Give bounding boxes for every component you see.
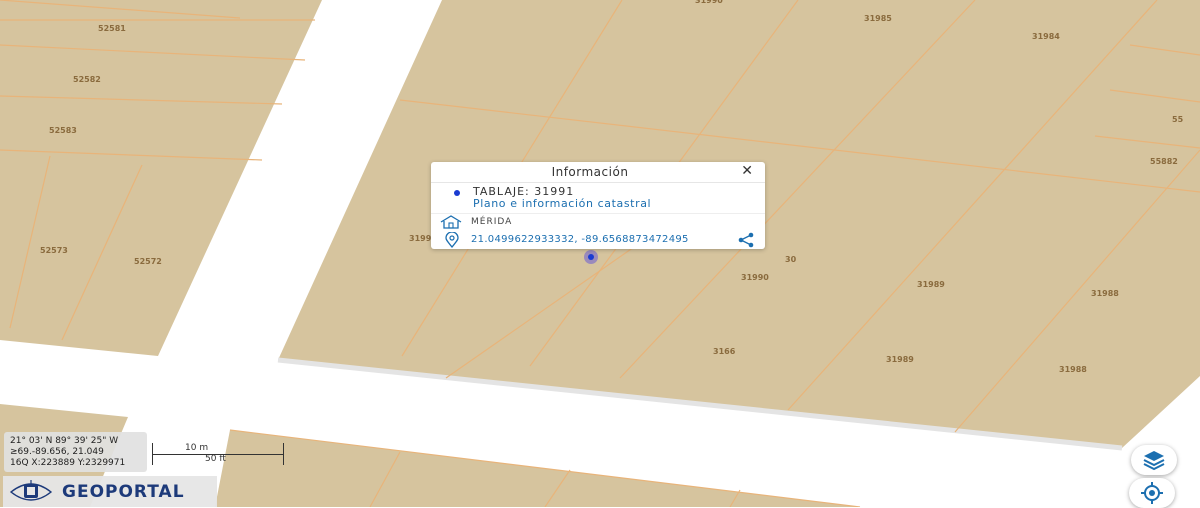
- municipality-label: MÉRIDA: [471, 217, 513, 227]
- coordinates-link[interactable]: 21.0499622933332, -89.6568873472495: [471, 234, 689, 245]
- parcel-label: 31989: [886, 355, 914, 364]
- bullet-icon: [454, 190, 460, 196]
- parcel-label: 55882: [1150, 157, 1178, 166]
- parcel-label: 3199: [409, 234, 432, 243]
- popup-title: Información: [551, 165, 629, 179]
- close-icon[interactable]: ✕: [741, 164, 753, 178]
- logo-text: GEOPORTAL: [62, 482, 185, 502]
- share-icon[interactable]: [737, 232, 755, 248]
- coordinate-readout: 21° 03' N 89° 39' 25" W ≥69.-89.656, 21.…: [4, 432, 147, 472]
- parcel-label: 31985: [864, 14, 892, 23]
- parcel-label: 52581: [98, 24, 126, 33]
- layers-button[interactable]: [1131, 445, 1177, 475]
- house-icon: [440, 215, 462, 229]
- geoportal-logo[interactable]: GEOPORTAL: [3, 476, 217, 507]
- popup-header: Información ✕: [431, 162, 765, 183]
- coord-dms: 21° 03' N 89° 39' 25" W: [10, 436, 119, 446]
- coord-decimal-prefix: ≥69.: [10, 447, 32, 457]
- location-pin-icon: [445, 232, 459, 248]
- plan-link[interactable]: Plano e información catastral: [473, 197, 651, 210]
- coord-decimal: ≥69.-89.656, 21.049: [10, 447, 104, 457]
- parcel-label: 31984: [1032, 32, 1060, 41]
- scale-imperial: 50 ft: [152, 454, 284, 465]
- location-marker-icon[interactable]: [583, 249, 599, 265]
- parcel-label: 31990: [695, 0, 723, 5]
- coat-of-arms-icon: [9, 480, 53, 501]
- locate-icon: [1141, 482, 1163, 504]
- parcel-label: 55: [1172, 115, 1184, 124]
- parcel-label: 31989: [917, 280, 945, 289]
- info-popup: Información ✕ TABLAJE: 31991 Plano e inf…: [431, 162, 765, 249]
- parcel-label: 31988: [1059, 365, 1087, 374]
- parcel-label: 3166: [713, 347, 736, 356]
- parcel-label: 52573: [40, 246, 68, 255]
- parcel-label: 52583: [49, 126, 77, 135]
- parcel-label: 31990: [741, 273, 769, 282]
- scale-bar: 10 m 50 ft: [152, 443, 284, 467]
- parcel-label: 30: [785, 255, 797, 264]
- scale-imperial-label: 50 ft: [205, 454, 226, 464]
- map-canvas[interactable]: 52581 52582 52583 52573 52572 31985 3198…: [0, 0, 1200, 507]
- parcel-label: 52572: [134, 257, 162, 266]
- divider: [431, 213, 765, 214]
- parcel-label: 52582: [73, 75, 101, 84]
- coord-utm: 16Q X:223889 Y:2329971: [10, 458, 126, 468]
- scale-metric-label: 10 m: [185, 443, 209, 453]
- layers-icon: [1143, 451, 1165, 471]
- coord-decimal-value: -89.656, 21.049: [31, 447, 104, 457]
- locate-button[interactable]: [1129, 478, 1175, 508]
- parcel-label: 31988: [1091, 289, 1119, 298]
